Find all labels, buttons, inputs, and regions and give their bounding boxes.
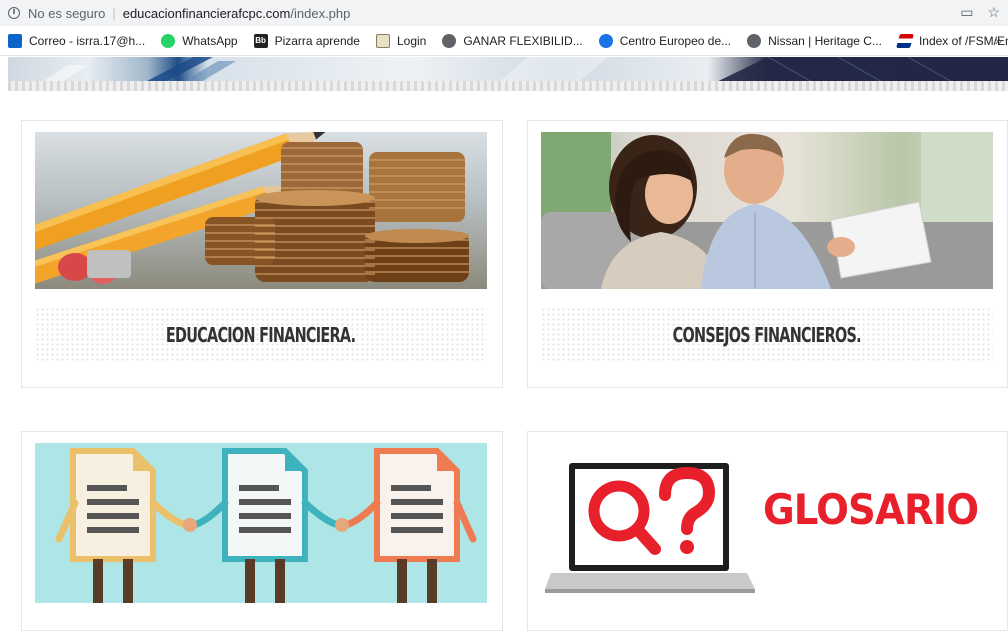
address-bar[interactable]: i No es seguro | educacionfinancierafcpc… xyxy=(0,0,1008,26)
url-host[interactable]: educacionfinancierafcpc.com xyxy=(123,6,291,21)
bookmark-ganar-flexibilidad[interactable]: GANAR FLEXIBILID... xyxy=(442,33,583,48)
bookmark-label: Pizarra aprende xyxy=(274,33,360,48)
cast-icon[interactable]: ▭ xyxy=(960,4,973,21)
login-icon xyxy=(375,33,390,48)
card-glosario[interactable]: GLOSARIO xyxy=(527,431,1008,631)
banner-floor xyxy=(8,81,1008,91)
globe-icon xyxy=(442,33,457,48)
bookmark-label: Correo - isrra.17@h... xyxy=(29,33,146,48)
card-consejos-financieros[interactable]: CONSEJOS FINANCIEROS. xyxy=(527,120,1008,388)
info-icon[interactable]: i xyxy=(8,7,20,19)
glosario-illustration: GLOSARIO xyxy=(541,443,993,603)
couple-reviewing-document-photo xyxy=(541,132,993,289)
header-banner xyxy=(8,57,1008,91)
coins-and-pencils-photo xyxy=(35,132,487,289)
bookmark-login[interactable]: Login xyxy=(375,33,427,48)
more-bookmarks-button[interactable]: » xyxy=(995,33,1002,48)
card-documents[interactable] xyxy=(21,431,503,631)
document-characters-illustration xyxy=(35,443,487,603)
card-title-area: CONSEJOS FINANCIEROS. xyxy=(541,307,993,363)
flag-icon xyxy=(896,33,914,48)
bookmark-label: Centro Europeo de... xyxy=(619,33,732,48)
card-title[interactable]: EDUCACION FINANCIERA. xyxy=(166,323,356,347)
outlook-icon xyxy=(8,33,22,48)
bookmark-label: WhatsApp xyxy=(182,33,238,48)
blackboard-icon: Bb xyxy=(253,33,268,48)
card-title-area: EDUCACION FINANCIERA. xyxy=(35,307,487,363)
bookmark-pizarra[interactable]: Bb Pizarra aprende xyxy=(253,33,360,48)
bookmark-label: Nissan | Heritage C... xyxy=(768,33,882,48)
card-title[interactable]: CONSEJOS FINANCIEROS. xyxy=(673,323,862,347)
bookmarks-bar: Correo - isrra.17@h... WhatsApp Bb Pizar… xyxy=(0,26,1008,56)
bookmark-index-fsm[interactable]: Index of /FSM/Engi... xyxy=(896,33,1008,48)
shield-icon xyxy=(598,33,613,48)
bookmark-centro-europeo[interactable]: Centro Europeo de... xyxy=(598,33,732,48)
bookmark-correo[interactable]: Correo - isrra.17@h... xyxy=(8,33,146,48)
bookmark-nissan[interactable]: Nissan | Heritage C... xyxy=(747,33,882,48)
bookmark-whatsapp[interactable]: WhatsApp xyxy=(161,33,238,48)
glosario-image-text: GLOSARIO xyxy=(763,485,979,534)
whatsapp-icon xyxy=(161,33,176,48)
bookmark-star-icon[interactable]: ☆ xyxy=(987,4,1000,21)
card-educacion-financiera[interactable]: EDUCACION FINANCIERA. xyxy=(21,120,503,388)
globe-icon xyxy=(747,33,762,48)
address-separator: | xyxy=(112,5,116,21)
bookmark-label: Login xyxy=(396,33,427,48)
bookmark-label: GANAR FLEXIBILID... xyxy=(463,33,583,48)
security-status: No es seguro xyxy=(28,5,106,21)
url-path[interactable]: /index.php xyxy=(290,6,350,21)
